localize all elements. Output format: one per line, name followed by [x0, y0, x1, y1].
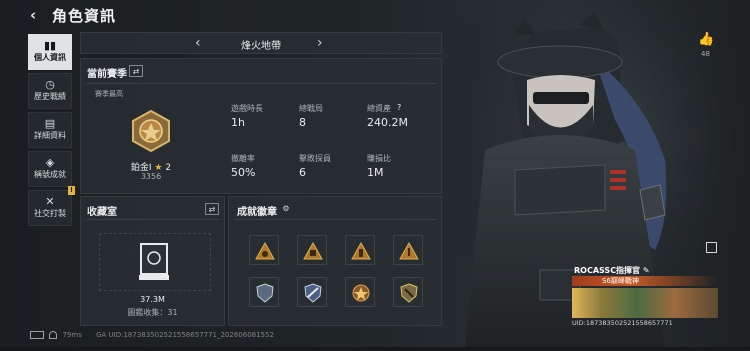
player-name-line: ROCASSC指揮官 ✎ — [574, 265, 650, 276]
achievement-badge[interactable] — [249, 277, 279, 307]
stat-value: 1h — [231, 116, 245, 129]
rank-title-banner: S6巔峰戰神 — [572, 276, 718, 286]
bar-chart-icon: ▮▮ — [43, 39, 57, 52]
stat-label: 撤離率 — [231, 154, 255, 163]
stat-label: 遊戲時長 — [231, 104, 263, 113]
page-title: 角色資訊 — [52, 7, 117, 25]
divider — [234, 219, 436, 220]
vault-preview — [99, 233, 211, 291]
next-map-button[interactable]: › — [317, 35, 323, 51]
sidebar-item-label: 社交打製 — [34, 209, 66, 218]
triangle-badge-icon — [399, 241, 419, 260]
sidebar-item-label: 歷史戰績 — [34, 92, 66, 101]
season-title: 當前賽季 — [87, 69, 127, 80]
help-icon[interactable]: ? — [397, 103, 401, 112]
tools-icon: ✕ — [45, 195, 55, 208]
rank-points: 3356 — [140, 172, 162, 181]
achievement-badge[interactable] — [249, 235, 279, 265]
player-name: ROCASSC指揮官 — [574, 266, 641, 275]
like-count: 48 — [701, 50, 710, 58]
sidebar-item-label: 稱號成就 — [34, 170, 66, 179]
stat-label: 賺損比 — [367, 154, 391, 163]
medal-icon: ◈ — [45, 156, 55, 169]
stat-label: 總資產 — [367, 104, 391, 113]
collection-line: 圖鑑收集：31 — [81, 307, 224, 318]
notification-badge: ! — [68, 186, 75, 195]
vault-value: 37.3M — [140, 295, 165, 304]
folder-icon: ▤ — [44, 117, 56, 130]
player-uid: UID:187383502521558657771 — [572, 319, 673, 327]
footer: 79ms GA UID:187383502521558657771_202606… — [30, 331, 274, 339]
battery-icon — [30, 331, 44, 339]
achievement-badges-panel: 成就徽章 ⚙ — [228, 196, 442, 326]
season-swap-button[interactable]: ⇄ — [129, 65, 143, 77]
settings-icon[interactable]: ⚙ — [279, 203, 293, 215]
clock-icon: ◷ — [45, 78, 55, 91]
back-icon[interactable]: ‹ — [30, 6, 36, 24]
sidebar-item-label: 個人資訊 — [34, 53, 66, 62]
display-case-icon — [139, 243, 169, 280]
vault-swap-button[interactable]: ⇄ — [205, 203, 219, 215]
achievement-badge[interactable] — [297, 277, 327, 307]
wifi-icon — [49, 331, 58, 339]
triangle-badge-icon — [303, 241, 323, 260]
shield-badge-icon — [256, 283, 274, 303]
triangle-badge-icon — [255, 241, 275, 260]
collection-label: 圖鑑收集： — [127, 308, 168, 317]
sidebar-item-profile[interactable]: ▮▮ 個人資訊 — [28, 34, 72, 70]
vault-title: 收藏室 — [87, 207, 117, 218]
rank-emblem — [129, 109, 173, 153]
map-name: 烽火地帶 — [241, 41, 281, 52]
star-badge-icon — [352, 284, 370, 302]
achievement-badge[interactable] — [297, 235, 327, 265]
sidebar-item-details[interactable]: ▤ 詳細資料 — [28, 112, 72, 148]
shield-badge-icon — [400, 283, 418, 303]
sidebar-item-achievements[interactable]: ◈ 稱號成就 — [28, 151, 72, 187]
season-peak-label: 賽季最高 — [95, 90, 123, 98]
current-season-panel: 當前賽季 ⇄ 賽季最高 鉑金Ⅰ ★ 2 3356 遊戲時長 1h 總戰局 8 總… — [80, 58, 442, 194]
thumbs-up-icon[interactable]: 👍 — [698, 32, 714, 47]
stat-value: 240.2M — [367, 116, 408, 129]
stat-value: 6 — [299, 166, 306, 179]
sidebar-item-history[interactable]: ◷ 歷史戰績 — [28, 73, 72, 109]
achievement-badge[interactable] — [345, 235, 375, 265]
edit-icon[interactable]: ✎ — [643, 266, 650, 275]
vault-panel[interactable]: 收藏室 ⇄ 37.3M 圖鑑收集：31 — [80, 196, 225, 326]
sidebar-item-social[interactable]: ! ✕ 社交打製 — [28, 186, 75, 226]
sidebar: ▮▮ 個人資訊 ◷ 歷史戰績 ▤ 詳細資料 ◈ 稱號成就 ! ✕ 社交打製 — [28, 34, 75, 229]
achievement-badge[interactable] — [345, 277, 375, 307]
achievement-badge[interactable] — [393, 277, 423, 307]
achievements-title: 成就徽章 — [237, 207, 277, 218]
stat-value: 50% — [231, 166, 256, 179]
stat-label: 總戰局 — [299, 104, 323, 113]
shield-badge-icon — [304, 283, 322, 303]
achievement-badge[interactable] — [393, 235, 423, 265]
rank-emblem-icon — [132, 109, 170, 153]
stat-value: 1M — [367, 166, 384, 179]
name-card-image[interactable] — [572, 288, 718, 318]
stat-value: 8 — [299, 116, 306, 129]
ping-value: 79ms — [62, 331, 82, 339]
save-icon[interactable] — [706, 242, 717, 253]
footer-uid: GA UID:187383502521558657771_20260608155… — [96, 331, 274, 339]
collection-count: 31 — [167, 308, 178, 317]
sidebar-item-label: 詳細資料 — [34, 131, 66, 140]
map-selector: ‹ 烽火地帶 › — [80, 32, 442, 54]
stat-label: 擊敗探員 — [299, 154, 331, 163]
divider — [86, 219, 219, 220]
divider — [86, 83, 436, 84]
rank-title: S6巔峰戰神 — [602, 277, 639, 285]
triangle-badge-icon — [351, 241, 371, 260]
